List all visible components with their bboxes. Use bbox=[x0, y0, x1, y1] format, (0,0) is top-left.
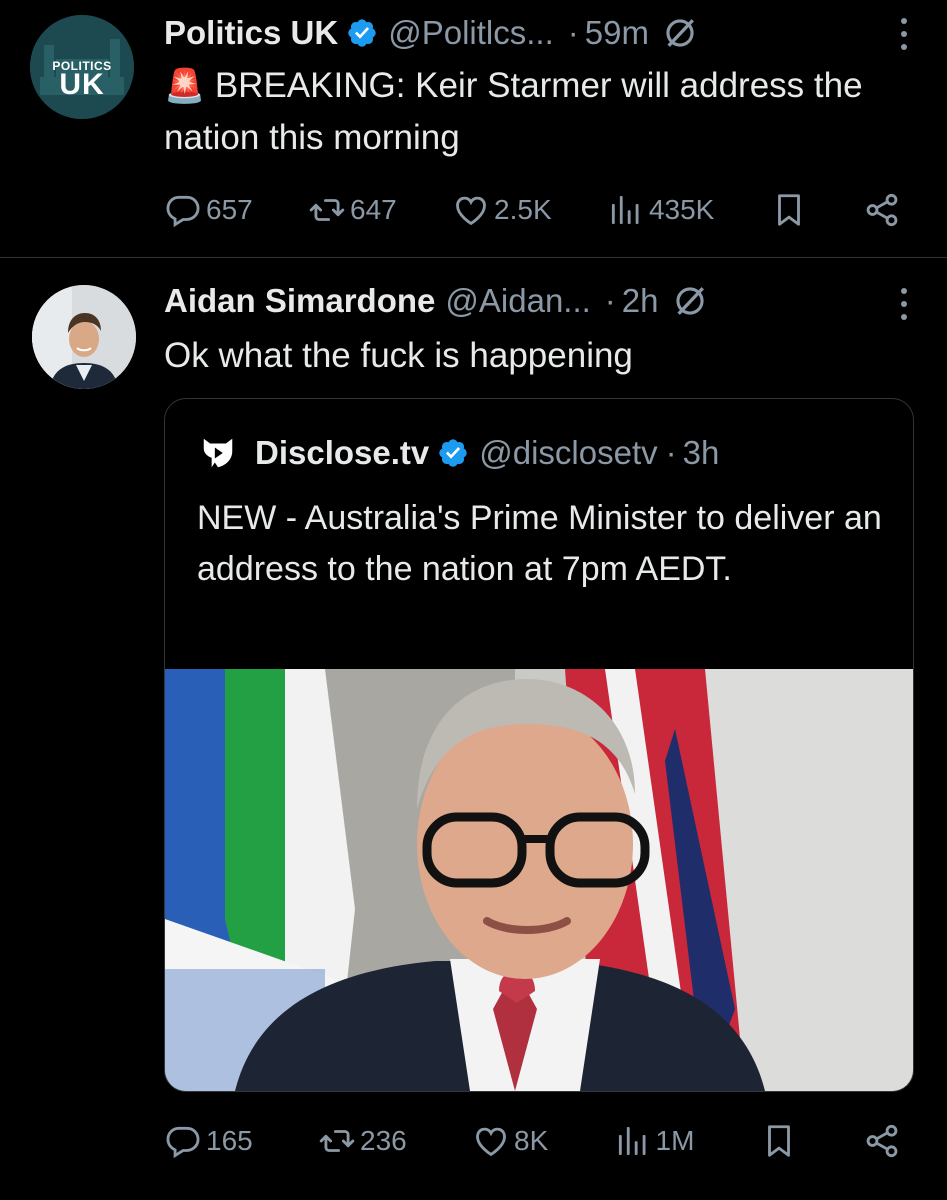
repost-button[interactable]: 236 bbox=[318, 1122, 407, 1160]
verified-badge-icon bbox=[439, 439, 467, 467]
tweet-aidan-simardone[interactable]: Aidan Simardone @Aidan... · 2h Ok what t… bbox=[0, 258, 947, 1200]
repost-count: 647 bbox=[350, 194, 397, 225]
like-count: 8K bbox=[514, 1125, 549, 1156]
quote-header: Disclose.tv @disclosetv · 3h bbox=[199, 431, 719, 475]
share-button[interactable] bbox=[863, 191, 901, 229]
tweet-politics-uk[interactable]: POLITICS UK Politics UK @Politlcs... · 5… bbox=[0, 0, 947, 258]
reply-button[interactable]: 657 bbox=[164, 191, 253, 229]
like-icon bbox=[456, 196, 486, 226]
views-icon bbox=[611, 195, 639, 225]
tweet-text: 🚨 BREAKING: Keir Starmer will address th… bbox=[164, 60, 907, 164]
tweet-actions: 165 236 8K 1M bbox=[164, 1119, 901, 1163]
tweet-header: Aidan Simardone @Aidan... · 2h bbox=[164, 277, 907, 325]
bookmark-icon bbox=[767, 1125, 790, 1157]
grok-icon[interactable] bbox=[663, 16, 697, 50]
avatar-photo bbox=[32, 285, 136, 389]
views-button[interactable]: 435K bbox=[607, 191, 714, 229]
timestamp[interactable]: 59m bbox=[585, 14, 649, 52]
more-icon[interactable] bbox=[899, 286, 909, 322]
quote-timestamp[interactable]: 3h bbox=[683, 434, 720, 472]
quote-tweet-disclose-tv[interactable]: Disclose.tv @disclosetv · 3h NEW - Austr… bbox=[164, 398, 914, 1092]
more-icon[interactable] bbox=[899, 16, 909, 52]
disclose-tv-logo-icon bbox=[203, 438, 233, 468]
quote-media-image[interactable] bbox=[165, 669, 914, 1091]
like-button[interactable]: 2.5K bbox=[452, 191, 552, 229]
timestamp[interactable]: 2h bbox=[622, 282, 659, 320]
verified-badge-icon bbox=[348, 19, 376, 47]
reply-icon bbox=[166, 1126, 200, 1159]
tweet-text: Ok what the fuck is happening bbox=[164, 336, 633, 375]
avatar-politics-uk[interactable]: POLITICS UK bbox=[30, 15, 134, 119]
quote-author-handle[interactable]: @disclosetv bbox=[479, 434, 657, 472]
repost-button[interactable]: 647 bbox=[308, 191, 397, 229]
quote-author-name[interactable]: Disclose.tv bbox=[255, 434, 429, 472]
views-button[interactable]: 1M bbox=[614, 1122, 695, 1160]
author-name[interactable]: Politics UK bbox=[164, 14, 338, 52]
separator-dot: · bbox=[665, 434, 677, 471]
share-icon bbox=[866, 193, 898, 227]
reply-icon bbox=[166, 195, 200, 228]
repost-icon bbox=[319, 1130, 355, 1152]
bookmark-button[interactable] bbox=[760, 1122, 798, 1160]
reply-button[interactable]: 165 bbox=[164, 1122, 253, 1160]
like-button[interactable]: 8K bbox=[472, 1122, 548, 1160]
reply-count: 165 bbox=[206, 1125, 253, 1156]
avatar-logo-text-bottom: UK bbox=[59, 68, 105, 101]
siren-emoji: 🚨 bbox=[164, 67, 206, 104]
author-handle[interactable]: @Aidan... bbox=[445, 282, 590, 320]
like-icon bbox=[476, 1127, 506, 1157]
share-icon bbox=[866, 1124, 898, 1158]
separator-dot: · bbox=[567, 14, 579, 51]
bookmark-button[interactable] bbox=[770, 191, 808, 229]
tweet-actions: 657 647 2.5K 435K bbox=[164, 188, 901, 232]
repost-count: 236 bbox=[360, 1125, 407, 1156]
avatar-aidan-simardone[interactable] bbox=[32, 285, 136, 389]
views-count: 1M bbox=[655, 1125, 695, 1156]
repost-icon bbox=[309, 199, 345, 221]
author-handle[interactable]: @Politlcs... bbox=[388, 14, 554, 52]
views-count: 435K bbox=[648, 194, 715, 225]
views-icon bbox=[618, 1126, 646, 1156]
quote-text: NEW - Australia's Prime Minister to deli… bbox=[197, 499, 882, 588]
tweet-header: Politics UK @Politlcs... · 59m bbox=[164, 9, 907, 57]
reply-count: 657 bbox=[206, 194, 253, 225]
separator-dot: · bbox=[604, 282, 616, 319]
like-count: 2.5K bbox=[494, 194, 552, 225]
bookmark-icon bbox=[777, 194, 800, 226]
tweet-body: BREAKING: Keir Starmer will address the … bbox=[164, 66, 863, 157]
grok-icon[interactable] bbox=[673, 284, 707, 318]
share-button[interactable] bbox=[863, 1122, 901, 1160]
author-name[interactable]: Aidan Simardone bbox=[164, 282, 435, 320]
